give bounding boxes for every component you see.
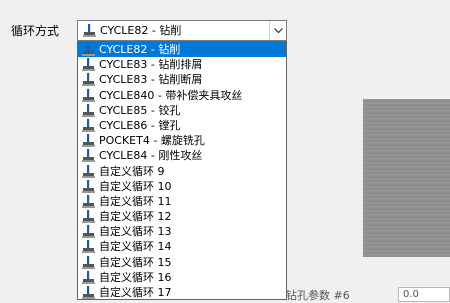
chevron-down-icon (273, 27, 283, 33)
drill-cycle-icon (82, 210, 95, 224)
dropdown-item-label: POCKET4 - 螺旋铣孔 (99, 134, 205, 148)
dropdown-item[interactable]: 自定义循环 10 (78, 179, 286, 194)
dropdown-item[interactable]: 自定义循环 14 (78, 239, 286, 254)
dropdown-item-label: CYCLE86 - 镗孔 (99, 118, 181, 132)
drill-cycle-icon (82, 58, 95, 72)
preview-image (363, 99, 450, 257)
dropdown-toggle-button[interactable] (269, 21, 286, 40)
cycle-mode-label: 循环方式 (11, 24, 60, 38)
dropdown-item[interactable]: CYCLE83 - 钻削断屑 (78, 72, 286, 87)
cycle-dropdown-list[interactable]: CYCLE82 - 钻削 CYCLE83 - 钻削排屑 CYCLE83 - 钻削断屑… (77, 41, 287, 300)
dropdown-item-label: CYCLE840 - 带补偿夹具攻丝 (99, 88, 243, 102)
dropdown-item[interactable]: 自定义循环 17 (78, 285, 286, 299)
dropdown-item[interactable]: CYCLE84 - 刚性攻丝 (78, 148, 286, 163)
dropdown-item[interactable]: 自定义循环 12 (78, 209, 286, 224)
dropdown-item[interactable]: 自定义循环 9 (78, 164, 286, 179)
dropdown-item[interactable]: CYCLE840 - 带补偿夹具攻丝 (78, 88, 286, 103)
dropdown-item-label: CYCLE84 - 刚性攻丝 (99, 149, 203, 163)
dropdown-item[interactable]: POCKET4 - 螺旋铣孔 (78, 133, 286, 148)
drill-cycle-icon (82, 134, 95, 148)
dropdown-item[interactable]: CYCLE82 - 钻削 (78, 42, 286, 58)
dropdown-item[interactable]: 自定义循环 15 (78, 255, 286, 270)
dropdown-item-label: 自定义循环 16 (99, 270, 172, 284)
dropdown-item-label: 自定义循环 13 (99, 225, 172, 239)
dropdown-item[interactable]: CYCLE85 - 铰孔 (78, 103, 286, 118)
dropdown-item[interactable]: 自定义循环 16 (78, 270, 286, 285)
drill-cycle-icon (83, 24, 96, 37)
drill-cycle-icon (82, 270, 95, 284)
drill-cycle-icon (82, 103, 95, 117)
drill-cycle-icon (82, 225, 95, 239)
dropdown-item-label: 自定义循环 12 (99, 210, 172, 224)
dropdown-item-label: 自定义循环 11 (99, 194, 172, 208)
dropdown-item[interactable]: 自定义循环 13 (78, 224, 286, 239)
dropdown-item[interactable]: 自定义循环 11 (78, 194, 286, 209)
cycle-mode-combobox[interactable]: CYCLE82 - 钻削 (77, 20, 287, 41)
drill-cycle-icon (82, 179, 95, 193)
drill-cycle-icon (82, 88, 95, 102)
dropdown-item-label: 自定义循环 10 (99, 179, 172, 193)
drill-cycle-icon (82, 286, 95, 299)
drill-cycle-icon (82, 164, 95, 178)
drill-cycle-icon (82, 149, 95, 163)
dropdown-item-label: 自定义循环 9 (99, 164, 165, 178)
drill-cycle-icon (82, 73, 95, 87)
dropdown-item-label: CYCLE83 - 钻削排屑 (99, 58, 203, 72)
dropdown-item[interactable]: CYCLE83 - 钻削排屑 (78, 57, 286, 72)
dropdown-item-label: 自定义循环 17 (99, 286, 172, 299)
dropdown-item-label: 自定义循环 14 (99, 240, 172, 254)
drill-cycle-icon (82, 194, 95, 208)
dropdown-item-label: 自定义循环 15 (99, 255, 172, 269)
drill-cycle-icon (82, 240, 95, 254)
dropdown-item[interactable]: CYCLE86 - 镗孔 (78, 118, 286, 133)
param-label: 钻孔参数 #6 (286, 289, 350, 302)
combo-selected-value: CYCLE82 - 钻削 (100, 24, 182, 37)
dropdown-item-label: CYCLE85 - 铰孔 (99, 103, 181, 117)
drill-cycle-icon (82, 118, 95, 132)
dropdown-item-label: CYCLE83 - 钻削断屑 (99, 73, 203, 87)
drill-cycle-icon (82, 43, 95, 56)
dropdown-item-label: CYCLE82 - 钻削 (99, 43, 181, 56)
drill-cycle-icon (82, 255, 95, 269)
